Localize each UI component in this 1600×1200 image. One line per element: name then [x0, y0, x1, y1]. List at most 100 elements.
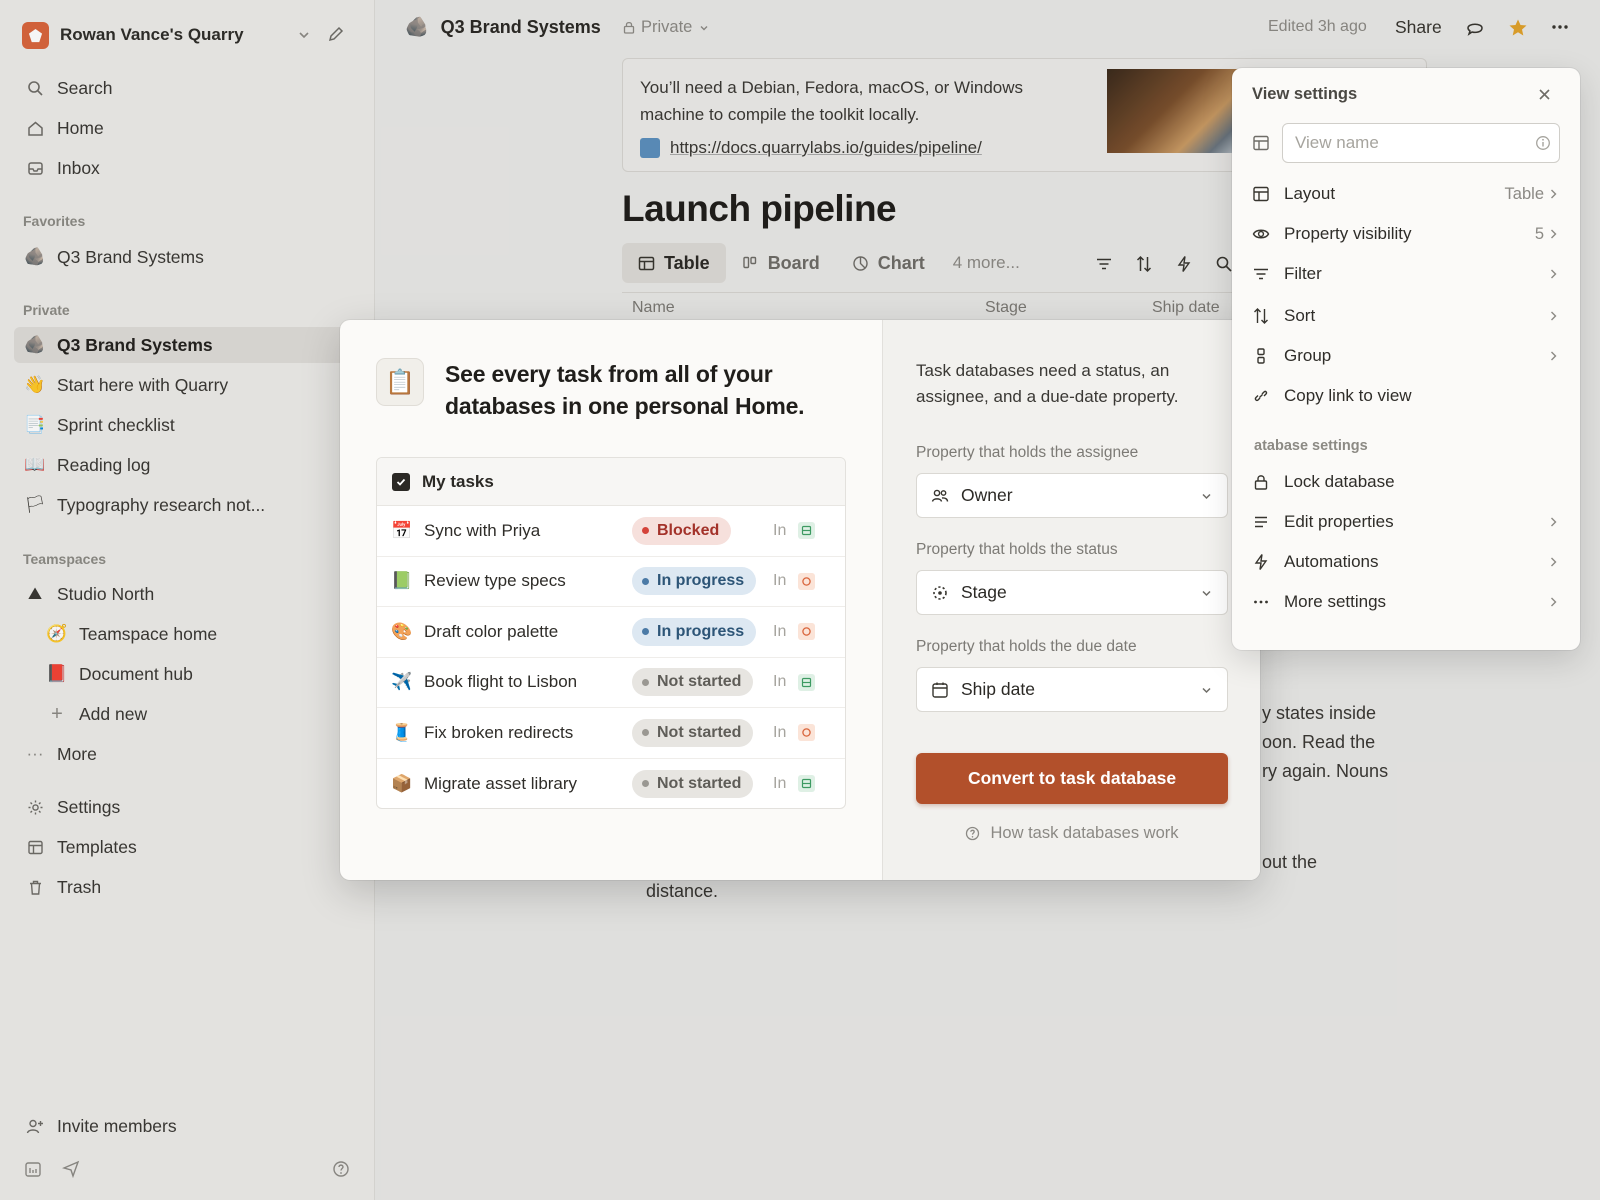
- task-row: 📗 Review type specs In progress In: [377, 557, 845, 607]
- clipboard-icon: 📋: [376, 358, 424, 406]
- info-icon[interactable]: [1535, 135, 1551, 151]
- status-badge-label: In progress: [657, 622, 745, 640]
- my-tasks-title: My tasks: [422, 471, 494, 491]
- view-setting-property-visibility[interactable]: Property visibility 5: [1232, 215, 1580, 253]
- status-badge: Not started: [632, 769, 754, 798]
- view-setting-filter[interactable]: Filter: [1232, 255, 1580, 293]
- setting-label: Automations: [1284, 552, 1379, 571]
- view-setting-sort[interactable]: Sort: [1232, 297, 1580, 335]
- people-icon: [931, 489, 949, 502]
- link-icon: [1252, 387, 1270, 405]
- chevron-right-icon: [1548, 228, 1559, 240]
- setting-label: Filter: [1284, 264, 1322, 283]
- task-row: ✈️ Book flight to Lisbon Not started In: [377, 658, 845, 708]
- convert-to-task-database-button[interactable]: Convert to task database: [916, 753, 1228, 804]
- task-row: 🎨 Draft color palette In progress In: [377, 607, 845, 658]
- task-emoji-icon: 🎨: [391, 621, 413, 641]
- status-select[interactable]: Stage: [916, 570, 1228, 615]
- status-badge-label: Not started: [657, 774, 742, 792]
- dialog-heading: See every task from all of your database…: [445, 361, 805, 419]
- status-dot-icon: [642, 628, 649, 636]
- status-badge: Not started: [632, 668, 754, 697]
- view-settings-title: View settings: [1252, 85, 1358, 103]
- status-badge-label: Not started: [657, 673, 742, 691]
- task-list: 📅 Sync with Priya Blocked In 📗 Review type sp…: [377, 506, 845, 809]
- database-tag-icon: [798, 522, 815, 540]
- setting-label: Edit properties: [1284, 512, 1394, 531]
- setting-value: 5: [1534, 224, 1544, 243]
- my-tasks-preview: My tasks 📅 Sync with Priya Blocked In 📗 Revie…: [376, 457, 846, 809]
- setting-label: More settings: [1284, 592, 1387, 611]
- task-emoji-icon: 📅: [391, 520, 413, 540]
- chevron-right-icon: [1548, 268, 1559, 280]
- my-tasks-header: My tasks: [377, 458, 845, 506]
- dots-icon: [1252, 593, 1270, 611]
- group-icon: [1252, 347, 1270, 365]
- status-value: Stage: [961, 582, 1007, 602]
- task-name: Review type specs: [424, 571, 566, 591]
- chevron-down-icon: [1202, 493, 1211, 500]
- setting-label: Lock database: [1284, 472, 1395, 491]
- task-emoji-icon: 🧵: [391, 722, 413, 742]
- setting-label: Group: [1284, 346, 1332, 365]
- dialog-description: Task databases need a status, an assigne…: [916, 361, 1179, 406]
- database-settings-heading: atabase settings: [1254, 438, 1368, 454]
- table-icon: [1252, 134, 1270, 152]
- filter-icon: [1252, 265, 1270, 283]
- assignee-select[interactable]: Owner: [916, 473, 1228, 518]
- view-setting-edit-properties[interactable]: Edit properties: [1232, 503, 1580, 541]
- task-name: Draft color palette: [424, 621, 559, 641]
- database-tag-icon: [798, 572, 815, 590]
- setting-value: Table: [1504, 184, 1544, 203]
- chevron-down-icon: [1202, 687, 1211, 694]
- assignee-value: Owner: [961, 485, 1013, 505]
- view-name-input[interactable]: [1282, 123, 1560, 163]
- lock-icon: [1252, 473, 1270, 491]
- chevron-right-icon: [1548, 350, 1559, 362]
- database-tag-icon: [798, 623, 815, 641]
- database-tag-icon: [798, 724, 815, 742]
- view-setting-more-settings[interactable]: More settings: [1232, 583, 1580, 621]
- status-badge: Blocked: [632, 516, 732, 545]
- task-in-label: In: [773, 572, 787, 590]
- chevron-right-icon: [1548, 596, 1559, 608]
- chevron-right-icon: [1548, 310, 1559, 322]
- status-icon: [933, 585, 947, 600]
- due-date-select[interactable]: Ship date: [916, 667, 1228, 712]
- task-emoji-icon: 📗: [391, 571, 413, 591]
- due-date-label: Property that holds the due date: [916, 638, 1137, 655]
- view-setting-automations[interactable]: Automations: [1232, 543, 1580, 581]
- task-emoji-icon: ✈️: [391, 672, 413, 692]
- help-link-label: How task databases work: [990, 824, 1179, 842]
- task-row: 📦 Migrate asset library Not started In: [377, 759, 845, 810]
- assignee-label: Property that holds the assignee: [916, 444, 1139, 461]
- help-icon: [966, 826, 980, 841]
- task-in-label: In: [773, 521, 787, 539]
- task-in-label: In: [773, 673, 787, 691]
- help-link[interactable]: How task databases work: [916, 824, 1228, 843]
- status-dot-icon: [642, 729, 649, 737]
- dialog-settings-pane: Task databases need a status, an assigne…: [882, 320, 1260, 880]
- close-icon[interactable]: [1538, 88, 1551, 101]
- task-name: Sync with Priya: [424, 520, 541, 540]
- view-settings-panel: View settings Layout Table Property visibi…: [1232, 68, 1580, 650]
- chevron-down-icon: [1202, 590, 1211, 597]
- setting-label: Copy link to view: [1284, 386, 1412, 405]
- status-dot-icon: [642, 780, 649, 788]
- database-tag-icon: [798, 775, 815, 793]
- view-setting-group[interactable]: Group: [1232, 337, 1580, 375]
- status-badge-label: Blocked: [657, 521, 720, 539]
- task-emoji-icon: 📦: [391, 773, 413, 793]
- status-badge: In progress: [632, 567, 757, 596]
- view-setting-lock-database[interactable]: Lock database: [1232, 463, 1580, 501]
- setting-label: Sort: [1284, 306, 1316, 325]
- view-setting-layout[interactable]: Layout Table: [1232, 175, 1580, 213]
- view-setting-copy-link-to-view[interactable]: Copy link to view: [1232, 377, 1580, 415]
- status-badge-label: In progress: [657, 572, 745, 590]
- task-in-label: In: [773, 723, 787, 741]
- task-row: 🧵 Fix broken redirects Not started In: [377, 708, 845, 759]
- status-dot-icon: [642, 577, 649, 585]
- setting-label: Layout: [1284, 184, 1336, 203]
- status-badge: Not started: [632, 718, 754, 747]
- task-database-dialog: 📋 See every task from all of your databa…: [340, 320, 1260, 880]
